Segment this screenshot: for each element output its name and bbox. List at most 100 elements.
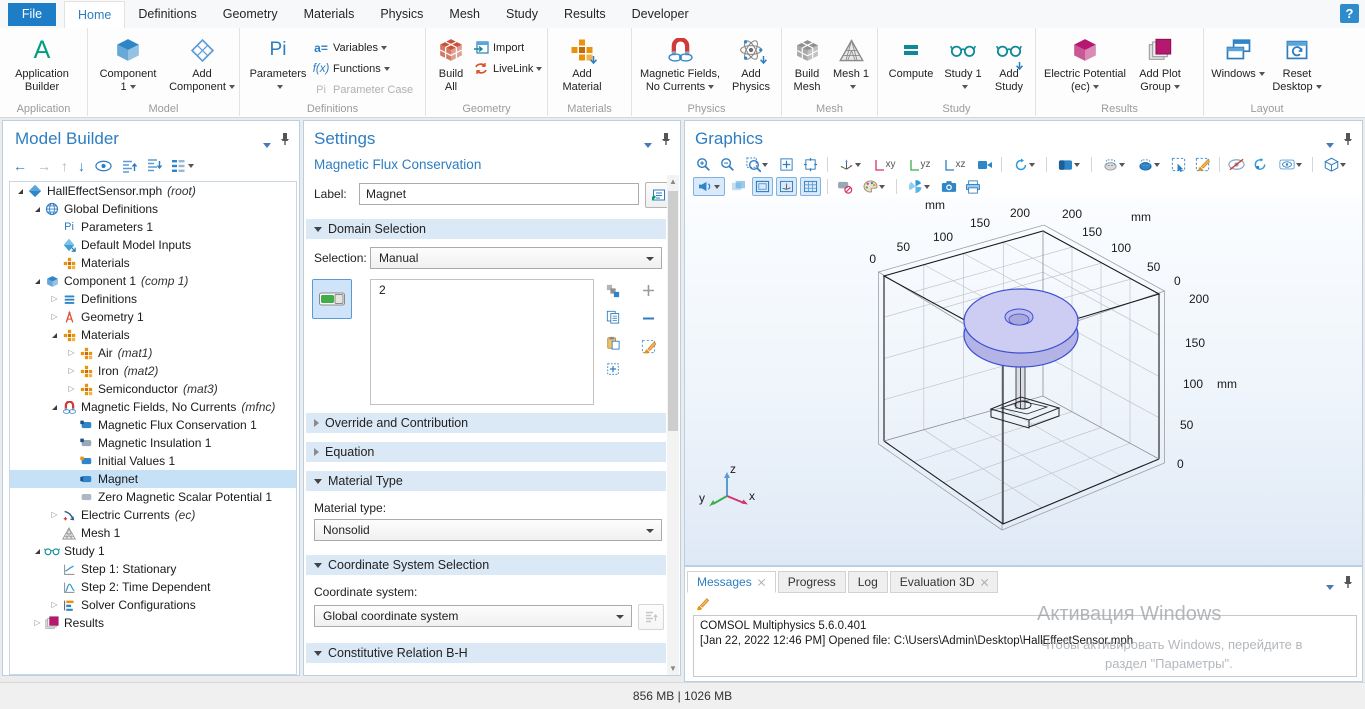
functions-button[interactable]: f(x) Functions [312, 58, 413, 79]
pin-icon[interactable] [279, 132, 291, 146]
panel-menu-caret-icon[interactable] [1326, 137, 1334, 151]
scroll-down-icon[interactable]: ▼ [669, 664, 677, 673]
tree-item-step-2-time-dependent[interactable]: Step 2: Time Dependent [10, 578, 296, 596]
show-icon[interactable] [95, 160, 112, 172]
tab-home[interactable]: Home [64, 1, 125, 28]
tab-log[interactable]: Log [848, 571, 888, 593]
selection-dropdown[interactable]: Manual [370, 247, 662, 269]
tree-item-materials-global[interactable]: Materials [10, 254, 296, 272]
tree-item-magnetic-insulation-1[interactable]: Magnetic Insulation 1 [10, 434, 296, 452]
tree-caret[interactable] [48, 405, 61, 410]
parameters-button[interactable]: Pi Parameters [244, 31, 312, 95]
section-material-type[interactable]: Material Type [306, 471, 666, 491]
move-up-icon[interactable]: ↑ [61, 158, 68, 174]
view-xz-icon[interactable]: xz [939, 155, 971, 174]
active-toggle-button[interactable] [312, 279, 352, 319]
pin-icon[interactable] [1342, 575, 1354, 589]
electric-potential-button[interactable]: Electric Potential (ec) [1040, 31, 1130, 95]
zoom-to-selection-icon[interactable] [800, 155, 821, 174]
tree-caret[interactable]: ▷ [48, 511, 61, 519]
camera-movie-icon[interactable] [974, 155, 995, 174]
scene-light-icon[interactable] [1319, 155, 1351, 174]
tree-item-component-1[interactable]: Component 1(comp 1) [10, 272, 296, 290]
add-physics-button[interactable]: Add Physics [724, 31, 778, 95]
label-input[interactable] [359, 183, 639, 205]
tree-caret[interactable] [48, 333, 61, 338]
close-icon[interactable] [758, 578, 766, 586]
collapse-all-icon[interactable] [122, 159, 137, 173]
tree-item-parameters-1[interactable]: Pi Parameters 1 [10, 218, 296, 236]
create-selection-button[interactable] [602, 281, 623, 300]
tree-caret[interactable] [31, 549, 44, 554]
mesh-1-button[interactable]: Mesh 1 [828, 31, 874, 95]
import-button[interactable]: Import [472, 37, 542, 58]
go-to-view-icon[interactable] [834, 155, 866, 174]
tree-item-materials[interactable]: Materials [10, 326, 296, 344]
tree-item-default-model-inputs[interactable]: Default Model Inputs [10, 236, 296, 254]
scrollbar-thumb[interactable] [668, 191, 678, 431]
select-group-2-icon[interactable] [1133, 155, 1165, 174]
show-grid-icon[interactable] [800, 177, 821, 196]
go-to-source-button[interactable] [638, 604, 664, 630]
tab-definitions[interactable]: Definitions [125, 1, 209, 28]
tree-caret[interactable]: ▷ [48, 601, 61, 609]
tree-caret[interactable] [31, 279, 44, 284]
tab-physics[interactable]: Physics [367, 1, 436, 28]
tree-item-definitions[interactable]: ▷ Definitions [10, 290, 296, 308]
tree-caret[interactable]: ▷ [31, 619, 44, 627]
scroll-up-icon[interactable]: ▲ [669, 177, 677, 186]
model-tree-node-text-button[interactable] [172, 160, 194, 172]
select-box-icon[interactable] [1168, 155, 1189, 174]
study-1-button[interactable]: Study 1 [940, 31, 986, 95]
tree-item-semiconductor[interactable]: ▷ Semiconductor(mat3) [10, 380, 296, 398]
view-xy-icon[interactable]: xy [869, 155, 901, 174]
tree-item-initial-values-1[interactable]: Initial Values 1 [10, 452, 296, 470]
zoom-to-selection-button[interactable] [602, 359, 623, 378]
environment-reflections-icon[interactable] [903, 177, 935, 196]
zoom-extents-icon[interactable] [776, 155, 797, 174]
tree-caret[interactable]: ▷ [65, 349, 78, 357]
transparency-icon[interactable] [728, 177, 749, 196]
section-constitutive-relation-bh[interactable]: Constitutive Relation B-H [306, 643, 666, 663]
expand-all-icon[interactable] [147, 159, 162, 173]
tab-materials[interactable]: Materials [291, 1, 368, 28]
clear-messages-icon[interactable] [695, 597, 710, 612]
hide-objects-icon[interactable] [1226, 155, 1247, 174]
zoom-in-icon[interactable] [693, 155, 714, 174]
tree-item-step-1-stationary[interactable]: Step 1: Stationary [10, 560, 296, 578]
default-view-icon[interactable] [693, 177, 725, 196]
panel-menu-caret-icon[interactable] [263, 137, 271, 151]
add-to-selection-button[interactable] [638, 281, 659, 300]
wireframe-icon[interactable] [752, 177, 773, 196]
variables-button[interactable]: a= Variables [312, 37, 413, 58]
tree-caret[interactable]: ▷ [48, 313, 61, 321]
messages-log[interactable]: COMSOL Multiphysics 5.6.0.401 [Jan 22, 2… [693, 615, 1357, 677]
panel-menu-caret-icon[interactable] [1326, 579, 1334, 593]
material-type-dropdown[interactable]: Nonsolid [314, 519, 662, 541]
tree-item-mesh-1[interactable]: Mesh 1 [10, 524, 296, 542]
add-component-button[interactable]: Add Component [164, 31, 240, 95]
tab-geometry[interactable]: Geometry [210, 1, 291, 28]
add-study-button[interactable]: Add Study [986, 31, 1032, 95]
scene-node-icon[interactable] [1053, 155, 1085, 174]
windows-button[interactable]: Windows [1208, 31, 1268, 83]
pin-icon[interactable] [1342, 132, 1354, 146]
tree-item-air[interactable]: ▷ Air(mat1) [10, 344, 296, 362]
graphics-scene-3d[interactable]: 0 50 100 150 200 mm 200 150 100 50 0 mm … [685, 197, 1362, 565]
application-builder-button[interactable]: A Application Builder [4, 31, 80, 95]
selection-list[interactable]: 2 [370, 279, 594, 405]
tab-mesh[interactable]: Mesh [436, 1, 493, 28]
build-all-button[interactable]: Build All [430, 31, 472, 95]
tab-evaluation-3d[interactable]: Evaluation 3D [890, 571, 999, 593]
add-material-button[interactable]: Add Material [552, 31, 612, 95]
tree-item-results[interactable]: ▷ Results [10, 614, 296, 632]
color-palette-icon[interactable] [858, 177, 890, 196]
tree-item-root[interactable]: HallEffectSensor.mph(root) [10, 182, 296, 200]
snapshot-icon[interactable] [938, 177, 959, 196]
tree-caret[interactable]: ▷ [65, 367, 78, 375]
tab-developer[interactable]: Developer [619, 1, 702, 28]
tree-caret[interactable]: ▷ [48, 295, 61, 303]
tree-item-electric-currents[interactable]: ▷ Electric Currents(ec) [10, 506, 296, 524]
tree-item-magnet[interactable]: Magnet [10, 470, 296, 488]
tab-messages[interactable]: Messages [687, 571, 776, 593]
